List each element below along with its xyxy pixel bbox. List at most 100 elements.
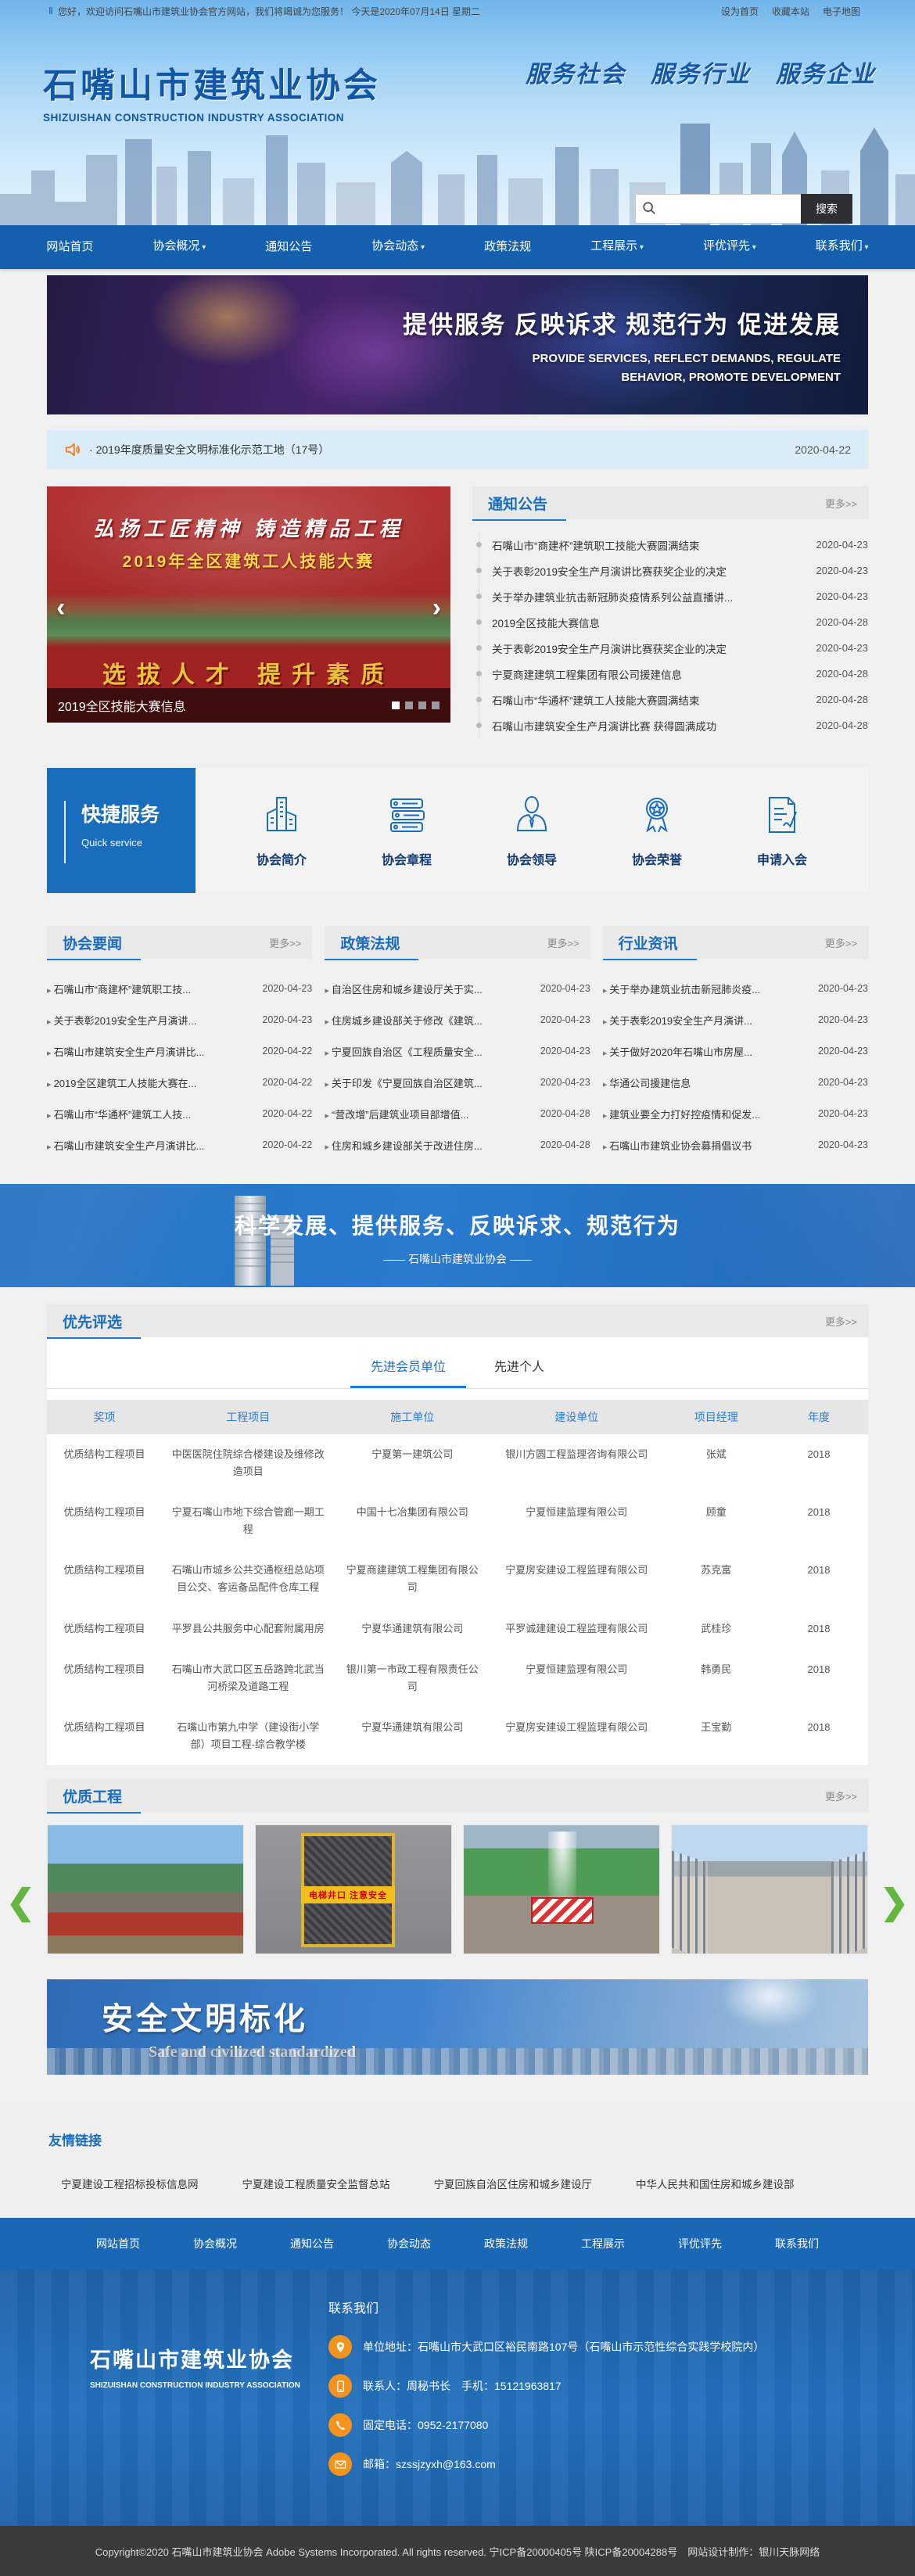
selection-title: 优先评选 — [63, 1311, 122, 1332]
carousel-prev-icon[interactable]: ‹ — [56, 594, 65, 621]
notice-date: 2020-04-23 — [816, 642, 869, 654]
safety-banner-title: 安全文明标化 — [47, 1979, 868, 2039]
notice-date: 2020-04-28 — [816, 616, 869, 628]
column-list: 自治区住房和城乡建设厅关于实...2020-04-23 住房城乡建设部关于修改《… — [325, 973, 590, 1161]
nav-item-awards[interactable]: 评优评先 — [673, 224, 786, 270]
carousel-dot-3[interactable] — [418, 701, 426, 709]
column-more-link[interactable]: 更多>> — [269, 935, 301, 950]
gallery-more-link[interactable]: 更多>> — [825, 1788, 857, 1803]
quick-item-charter[interactable]: 协会章程 — [382, 793, 432, 868]
nav-item-about[interactable]: 协会概况 — [123, 224, 235, 270]
friend-link[interactable]: 宁夏建设工程质量安全监督总站 — [242, 2176, 390, 2191]
cell-project: 中医医院住院综合楼建设及维修改造项目 — [162, 1434, 335, 1492]
news-link[interactable]: 石嘴山市“华通杯”建筑工人技... — [47, 1107, 256, 1121]
carousel-caption-link[interactable]: 2019全区技能大赛信息 — [58, 696, 392, 715]
friend-link[interactable]: 中华人民共和国住房和城乡建设部 — [636, 2176, 795, 2191]
notice-link[interactable]: 宁夏商建建筑工程集团有限公司援建信息 — [492, 666, 809, 682]
nav-item-news[interactable]: 协会动态 — [342, 224, 454, 270]
notice-link[interactable]: 石嘴山市建筑安全生产月演讲比赛 获得圆满成功 — [492, 718, 809, 734]
news-link[interactable]: 关于表彰2019安全生产月演讲... — [47, 1013, 256, 1028]
quick-item-honors[interactable]: 协会荣誉 — [632, 793, 682, 868]
gallery-photo-water-test[interactable] — [463, 1824, 660, 1954]
notice-link[interactable]: 关于表彰2019安全生产月演讲比赛获奖企业的决定 — [492, 563, 809, 579]
news-link[interactable]: 关于做好2020年石嘴山市房屋... — [603, 1044, 812, 1059]
news-link[interactable]: 石嘴山市建筑安全生产月演讲比... — [47, 1044, 256, 1059]
news-link[interactable]: 华通公司援建信息 — [603, 1075, 812, 1090]
search-box: 搜索 — [635, 194, 852, 224]
quick-item-apply[interactable]: 申请入会 — [757, 793, 807, 868]
footer-nav-about[interactable]: 协会概况 — [167, 2236, 264, 2251]
friend-link[interactable]: 宁夏建设工程招标投标信息网 — [61, 2176, 199, 2191]
gallery-next-icon[interactable]: ❯ — [880, 1885, 909, 1920]
nav-item-home[interactable]: 网站首页 — [16, 225, 123, 269]
news-link[interactable]: 关于表彰2019安全生产月演讲... — [603, 1013, 812, 1028]
announcement-link[interactable]: 2019年度质量安全文明标准化示范工地（17号） — [89, 442, 795, 457]
list-item: 石嘴山市建筑安全生产月演讲比...2020-04-22 — [47, 1129, 312, 1161]
footer-nav-projects[interactable]: 工程展示 — [554, 2236, 651, 2251]
notice-link[interactable]: 石嘴山市“商建杯”建筑职工技能大赛圆满结束 — [492, 537, 809, 553]
news-link[interactable]: 2019全区建筑工人技能大赛在... — [47, 1075, 256, 1090]
footer-nav-awards[interactable]: 评优评先 — [651, 2236, 748, 2251]
tab-advanced-member-units[interactable]: 先进会员单位 — [350, 1345, 466, 1388]
carousel-dot-4[interactable] — [432, 701, 440, 709]
tab-advanced-individuals[interactable]: 先进个人 — [474, 1345, 565, 1388]
set-homepage-link[interactable]: 设为首页 — [715, 5, 765, 18]
cell-manager: 武桂珍 — [663, 1609, 770, 1649]
news-link[interactable]: 石嘴山市“商建杯”建筑职工技... — [47, 981, 256, 996]
carousel-next-icon[interactable]: › — [432, 594, 441, 621]
column-more-link[interactable]: 更多>> — [825, 935, 857, 950]
news-link[interactable]: 石嘴山市建筑业协会募捐倡议书 — [603, 1138, 812, 1153]
news-link[interactable]: 关于举办建筑业抗击新冠肺炎疫... — [603, 981, 812, 996]
notices-panel: 通知公告 更多>> 石嘴山市“商建杯”建筑职工技能大赛圆满结束2020-04-2… — [472, 486, 868, 738]
column-list: 石嘴山市“商建杯”建筑职工技...2020-04-23 关于表彰2019安全生产… — [47, 973, 312, 1161]
hero-banner: 提供服务 反映诉求 规范行为 促进发展 PROVIDE SERVICES, RE… — [47, 275, 868, 414]
list-item: 2019全区建筑工人技能大赛在...2020-04-22 — [47, 1067, 312, 1098]
gallery-photo-bridge[interactable] — [671, 1824, 868, 1954]
news-link[interactable]: 住房城乡建设部关于修改《建筑... — [325, 1013, 533, 1028]
news-link[interactable]: 宁夏回族自治区《工程质量安全... — [325, 1044, 533, 1059]
decorative-bars-icon: ‖ — [48, 5, 53, 16]
nav-item-notices[interactable]: 通知公告 — [235, 225, 342, 269]
selection-more-link[interactable]: 更多>> — [825, 1314, 857, 1329]
search-button[interactable]: 搜索 — [801, 194, 852, 224]
apply-membership-icon — [760, 793, 804, 837]
news-link[interactable]: 关于印发《宁夏回族自治区建筑... — [325, 1075, 533, 1090]
quick-service-label: 快捷服务 Quick service — [47, 768, 196, 893]
news-link[interactable]: 住房和城乡建设部关于改进住房... — [325, 1138, 533, 1153]
nav-item-policies[interactable]: 政策法规 — [454, 225, 561, 269]
gallery-photo-site-ceremony[interactable] — [47, 1824, 244, 1954]
news-link[interactable]: “营改增”后建筑业项目部增值... — [325, 1107, 533, 1121]
carousel-dot-2[interactable] — [405, 701, 413, 709]
site-map-link[interactable]: 电子地图 — [816, 5, 867, 18]
quick-item-intro[interactable]: 协会简介 — [257, 793, 307, 868]
news-link[interactable]: 建筑业要全力打好控疫情和促发... — [603, 1107, 812, 1121]
carousel-dot-1[interactable] — [392, 701, 400, 709]
gallery-prev-icon[interactable]: ❮ — [6, 1885, 35, 1920]
notice-link[interactable]: 石嘴山市“华通杯”建筑工人技能大赛圆满结束 — [492, 692, 809, 708]
quick-item-leaders[interactable]: 协会领导 — [507, 793, 557, 868]
notices-more-link[interactable]: 更多>> — [825, 496, 857, 511]
column-association-news: 协会要闻 更多>> 石嘴山市“商建杯”建筑职工技...2020-04-23 关于… — [47, 926, 312, 1161]
list-item: 石嘴山市建筑安全生产月演讲比赛 获得圆满成功2020-04-28 — [479, 712, 868, 738]
footer-nav-notices[interactable]: 通知公告 — [264, 2236, 361, 2251]
notice-link[interactable]: 关于表彰2019安全生产月演讲比赛获奖企业的决定 — [492, 640, 809, 656]
nav-item-projects[interactable]: 工程展示 — [561, 224, 673, 270]
list-item: 关于表彰2019安全生产月演讲...2020-04-23 — [603, 1004, 868, 1035]
friend-links-title: 友情链接 — [0, 2129, 915, 2149]
bookmark-site-link[interactable]: 收藏本站 — [765, 5, 816, 18]
footer-nav-contact[interactable]: 联系我们 — [748, 2236, 845, 2251]
footer-nav-home[interactable]: 网站首页 — [70, 2236, 167, 2251]
notice-link[interactable]: 2019全区技能大赛信息 — [492, 615, 809, 630]
nav-item-contact[interactable]: 联系我们 — [786, 224, 899, 270]
gallery-photo-elevator-shaft[interactable]: 电梯井口 注意安全 — [255, 1824, 452, 1954]
friend-link[interactable]: 宁夏回族自治区住房和城乡建设厅 — [434, 2176, 593, 2191]
notice-link[interactable]: 关于举办建筑业抗击新冠肺炎疫情系列公益直播讲... — [492, 589, 809, 605]
footer-nav-policies[interactable]: 政策法规 — [458, 2236, 554, 2251]
search-icon — [642, 201, 656, 215]
footer-nav-news[interactable]: 协会动态 — [361, 2236, 458, 2251]
column-more-link[interactable]: 更多>> — [547, 935, 579, 950]
news-link[interactable]: 石嘴山市建筑安全生产月演讲比... — [47, 1138, 256, 1153]
person-icon — [510, 793, 554, 837]
news-link[interactable]: 自治区住房和城乡建设厅关于实... — [325, 981, 533, 996]
search-input[interactable] — [635, 194, 801, 224]
